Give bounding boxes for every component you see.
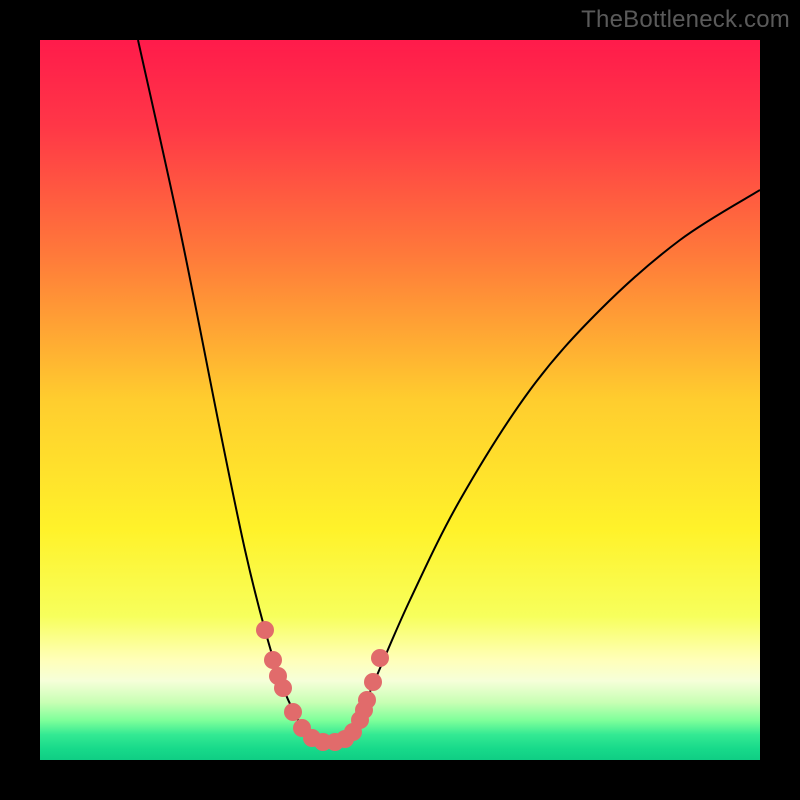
scatter-dot <box>264 651 282 669</box>
watermark-text: TheBottleneck.com <box>581 6 790 34</box>
chart-frame: TheBottleneck.com <box>0 0 800 800</box>
scatter-dot <box>284 703 302 721</box>
scatter-dot <box>364 673 382 691</box>
scatter-dot <box>256 621 274 639</box>
gradient-background <box>40 40 760 760</box>
plot-area <box>40 40 760 760</box>
scatter-dot <box>371 649 389 667</box>
chart-svg <box>40 40 760 760</box>
scatter-dot <box>358 691 376 709</box>
scatter-dot <box>274 679 292 697</box>
